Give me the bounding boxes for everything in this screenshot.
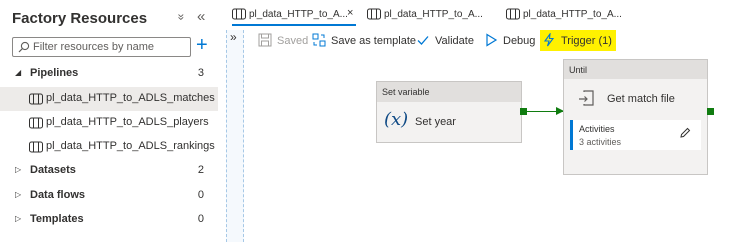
lightning-icon: [543, 33, 555, 47]
tab-label: pl_data_HTTP_to_A...: [523, 9, 622, 20]
saved-label: Saved: [277, 35, 309, 47]
trigger-label: Trigger (1): [561, 35, 612, 47]
section-label: Datasets: [30, 164, 76, 176]
output-port[interactable]: [707, 108, 714, 115]
panel-title: Factory Resources: [12, 10, 148, 27]
tree-item-pipeline-players[interactable]: pl_data_HTTP_to_ADLS_players: [0, 111, 218, 135]
tree-section-pipelines[interactable]: ◢ Pipelines 3: [0, 62, 218, 86]
hide-panel-button[interactable]: «: [197, 8, 205, 25]
until-inner-activity: Get match file: [570, 84, 701, 114]
play-icon: [486, 33, 498, 47]
save-icon: [258, 33, 272, 47]
debug-label: Debug: [503, 35, 536, 47]
pipeline-icon: [29, 93, 43, 105]
activities-count: 3 activities: [579, 137, 622, 147]
pipeline-icon: [232, 8, 246, 20]
activities-title: Activities: [579, 124, 615, 134]
section-label: Pipelines: [30, 67, 79, 79]
tree-item-pipeline-rankings[interactable]: pl_data_HTTP_to_ADLS_rankings: [0, 135, 218, 159]
section-count: 0: [197, 213, 204, 225]
tree-section-data-flows[interactable]: ▷ Data flows 0: [0, 184, 218, 208]
expand-panel-strip[interactable]: »: [226, 30, 244, 242]
pipeline-icon: [29, 141, 43, 153]
pipeline-toolbar: Saved Save as template Validate Debug Tr…: [250, 30, 748, 52]
caret-down-icon: ◢: [15, 68, 22, 77]
add-resource-button[interactable]: +: [196, 35, 208, 55]
tree-item-pipeline-matches[interactable]: pl_data_HTTP_to_ADLS_matches: [0, 87, 218, 111]
factory-resources-panel: Factory Resources » « + ◢ Pipelines 3 pl…: [0, 0, 218, 242]
section-count: 3: [197, 67, 204, 79]
section-label: Templates: [30, 213, 84, 225]
tab-pipeline-3[interactable]: pl_data_HTTP_to_A...: [506, 4, 626, 26]
set-variable-activity[interactable]: Set variable (𝑥) Set year: [376, 81, 522, 143]
search-icon: [18, 41, 30, 53]
tree-section-templates[interactable]: ▷ Templates 0: [0, 208, 218, 232]
tree-section-datasets[interactable]: ▷ Datasets 2: [0, 159, 218, 183]
collapse-all-button[interactable]: »: [174, 14, 188, 21]
activity-name: Get match file: [607, 93, 675, 105]
tab-pipeline-matches[interactable]: pl_data_HTTP_to_A... ×: [232, 4, 356, 26]
filter-resources-input[interactable]: [33, 40, 183, 54]
activity-type-header: Set variable: [377, 82, 521, 102]
validate-label: Validate: [435, 35, 474, 47]
section-label: Data flows: [30, 189, 86, 201]
filter-resources-field[interactable]: [12, 37, 191, 57]
section-count: 2: [197, 164, 204, 176]
close-tab-icon[interactable]: ×: [347, 7, 353, 19]
pipeline-label: pl_data_HTTP_to_ADLS_matches: [46, 92, 215, 104]
expand-icon[interactable]: »: [230, 30, 237, 44]
caret-right-icon: ▷: [15, 214, 22, 223]
activities-box[interactable]: Activities 3 activities: [570, 120, 701, 150]
pipeline-label: pl_data_HTTP_to_ADLS_rankings: [46, 140, 215, 152]
checkmark-icon: [417, 36, 429, 45]
tab-label: pl_data_HTTP_to_A...: [384, 9, 483, 20]
save-template-icon: [312, 33, 326, 47]
pipeline-icon: [367, 8, 381, 20]
pipeline-icon: [506, 8, 520, 20]
save-as-template-label: Save as template: [331, 35, 416, 47]
tab-label: pl_data_HTTP_to_A...: [249, 9, 348, 20]
pipeline-label: pl_data_HTTP_to_ADLS_players: [46, 116, 209, 128]
pipeline-icon: [29, 117, 43, 129]
loop-icon: [579, 90, 594, 106]
section-count: 0: [197, 189, 204, 201]
caret-right-icon: ▷: [15, 190, 22, 199]
pencil-icon[interactable]: [679, 127, 691, 139]
fx-variable-icon: (𝑥): [384, 109, 409, 130]
activity-name: Set year: [415, 116, 456, 128]
tab-pipeline-2[interactable]: pl_data_HTTP_to_A...: [367, 4, 487, 26]
caret-right-icon: ▷: [15, 165, 22, 174]
pipeline-tab-bar: pl_data_HTTP_to_A... × pl_data_HTTP_to_A…: [226, 0, 748, 30]
activity-type-header: Until: [564, 60, 707, 79]
until-activity[interactable]: Until Get match file Activities 3 activi…: [563, 59, 708, 175]
